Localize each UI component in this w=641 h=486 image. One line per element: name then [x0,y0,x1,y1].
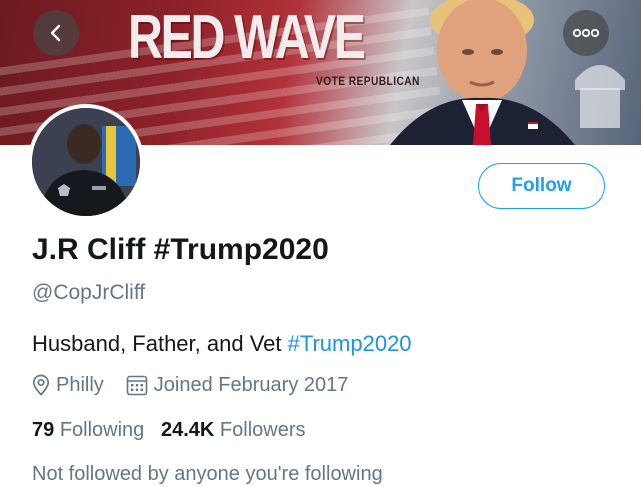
bio-hashtag-link[interactable]: #Trump2020 [288,331,412,356]
profile-stats: 79 Following 24.4K Followers [32,419,305,442]
follow-button[interactable]: Follow [478,163,605,209]
joined-date-text: Joined February 2017 [153,373,349,396]
display-name: J.R Cliff #Trump2020 [32,233,329,266]
bio-text: Husband, Father, and Vet [32,331,288,356]
location-text: Philly [56,373,104,396]
location-pin-icon [32,374,50,396]
calendar-icon [126,374,148,396]
profile-avatar[interactable] [28,104,144,220]
more-options-button[interactable] [563,10,609,56]
back-button[interactable] [33,10,79,56]
user-handle: @CopJrCliff [32,281,146,304]
profile-bio: Husband, Father, and Vet #Trump2020 [32,331,412,357]
followers-label: Followers [219,419,306,441]
following-link[interactable]: 79 Following [32,419,144,441]
following-label: Following [59,419,145,441]
more-options-icon [572,28,600,38]
profile-meta: Philly Joined February 2017 [32,372,348,398]
avatar-image [32,108,140,216]
followers-count: 24.4K [160,419,215,441]
following-count: 79 [32,419,55,441]
followed-by-text: Not followed by anyone you're following [32,463,383,485]
back-arrow-icon [50,24,61,42]
banner-title: RED WAVE [128,3,366,72]
followers-link[interactable]: 24.4K Followers [161,419,306,441]
